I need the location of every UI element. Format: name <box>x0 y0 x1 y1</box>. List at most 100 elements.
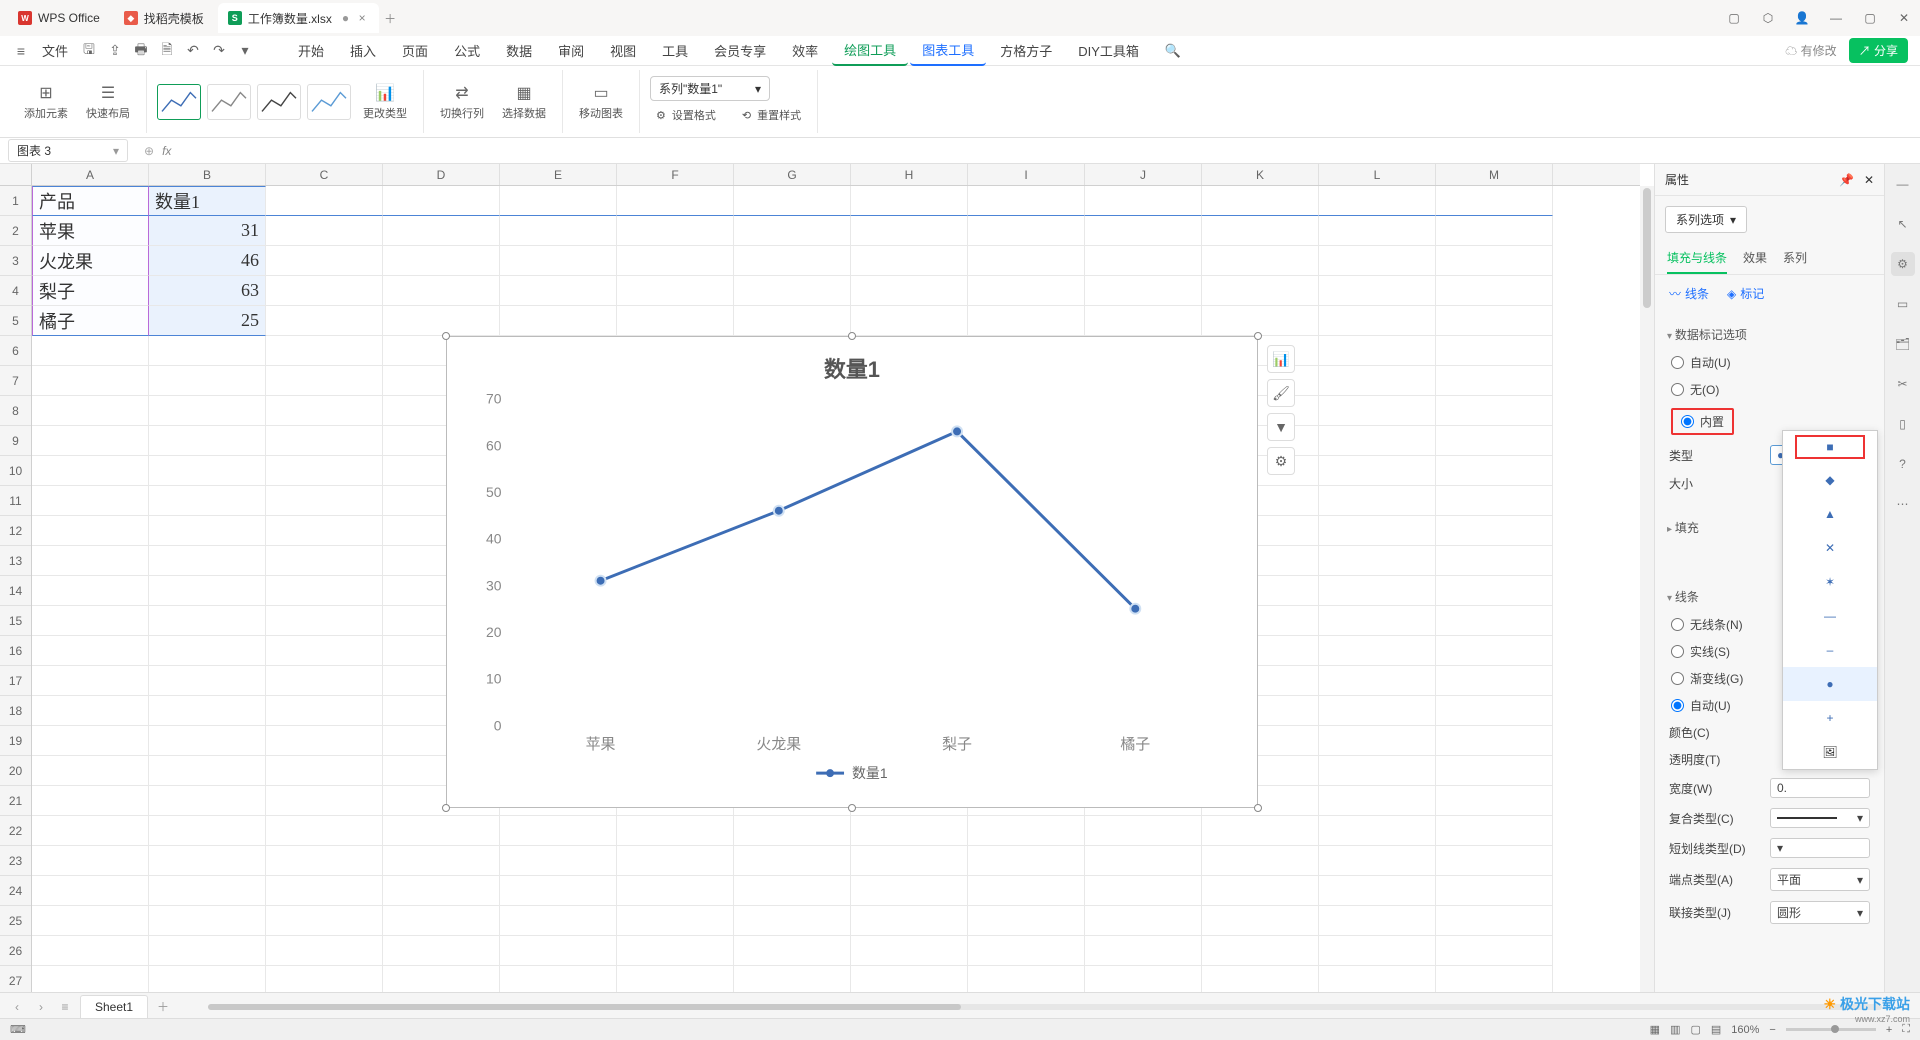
col-header[interactable]: K <box>1202 164 1319 185</box>
cell[interactable] <box>1319 876 1436 906</box>
cell[interactable] <box>851 246 968 276</box>
cell[interactable] <box>149 876 266 906</box>
marker-square[interactable]: ■ <box>1795 435 1865 459</box>
menu-member[interactable]: 会员专享 <box>702 36 778 65</box>
tab-workbook[interactable]: S工作簿数量.xlsx●× <box>218 3 379 33</box>
row-header[interactable]: 25 <box>0 906 31 936</box>
cell[interactable] <box>1085 936 1202 966</box>
cell[interactable] <box>266 906 383 936</box>
cell[interactable] <box>149 966 266 992</box>
cell[interactable] <box>617 306 734 336</box>
cell[interactable] <box>383 306 500 336</box>
close-panel-icon[interactable]: ✕ <box>1864 173 1874 187</box>
marker-minus[interactable]: – <box>1783 633 1877 667</box>
cell[interactable] <box>266 756 383 786</box>
resize-handle[interactable] <box>848 804 856 812</box>
cell[interactable] <box>266 516 383 546</box>
change-type-button[interactable]: 📊更改类型 <box>357 79 413 125</box>
cell[interactable] <box>1319 966 1436 992</box>
cell[interactable] <box>1319 696 1436 726</box>
cell[interactable] <box>266 186 383 216</box>
menu-draw-tools[interactable]: 绘图工具 <box>832 35 908 66</box>
cell[interactable] <box>617 846 734 876</box>
cell[interactable] <box>617 936 734 966</box>
cell[interactable] <box>617 246 734 276</box>
menu-tools[interactable]: 工具 <box>650 36 700 65</box>
cell[interactable] <box>1202 966 1319 992</box>
cell[interactable] <box>1436 336 1553 366</box>
cell[interactable] <box>266 456 383 486</box>
chart-style-button[interactable]: 🖌 <box>1267 379 1295 407</box>
cell[interactable] <box>149 756 266 786</box>
cell[interactable] <box>266 816 383 846</box>
chart-style-3[interactable] <box>257 84 301 120</box>
cell[interactable] <box>32 936 149 966</box>
sheet-nav-next[interactable]: › <box>32 1000 50 1014</box>
cell[interactable] <box>149 606 266 636</box>
chart-style-1[interactable] <box>157 84 201 120</box>
cell[interactable] <box>1319 576 1436 606</box>
cell[interactable] <box>266 366 383 396</box>
pin-icon[interactable]: 📌 <box>1839 173 1854 187</box>
cell[interactable] <box>32 546 149 576</box>
cell[interactable] <box>1085 216 1202 246</box>
cell[interactable] <box>617 276 734 306</box>
menu-start[interactable]: 开始 <box>286 36 336 65</box>
cell[interactable] <box>617 906 734 936</box>
dock-icon[interactable]: ▢ <box>1726 10 1742 26</box>
cell[interactable] <box>1319 276 1436 306</box>
cell[interactable]: 31 <box>149 216 266 246</box>
cell[interactable] <box>500 876 617 906</box>
chart-settings-button[interactable]: ⚙ <box>1267 447 1295 475</box>
cell[interactable] <box>1436 966 1553 992</box>
cell[interactable] <box>149 426 266 456</box>
cell[interactable] <box>968 966 1085 992</box>
cell[interactable] <box>1436 636 1553 666</box>
cell[interactable] <box>500 246 617 276</box>
sheet-nav-prev[interactable]: ‹ <box>8 1000 26 1014</box>
add-element-button[interactable]: ⊞添加元素 <box>18 79 74 125</box>
cell[interactable] <box>1319 456 1436 486</box>
row-header[interactable]: 13 <box>0 546 31 576</box>
menu-efficiency[interactable]: 效率 <box>780 36 830 65</box>
dash-dropdown[interactable]: ▾ <box>1770 838 1870 858</box>
cell[interactable] <box>1436 756 1553 786</box>
cell[interactable] <box>1436 516 1553 546</box>
share-button[interactable]: ↗ 分享 <box>1849 38 1908 63</box>
cell[interactable] <box>851 276 968 306</box>
cell[interactable] <box>1202 906 1319 936</box>
cell[interactable] <box>1319 936 1436 966</box>
col-header[interactable]: E <box>500 164 617 185</box>
cell[interactable] <box>383 846 500 876</box>
row-header[interactable]: 21 <box>0 786 31 816</box>
join-dropdown[interactable]: 圆形▾ <box>1770 901 1870 924</box>
cell[interactable] <box>734 936 851 966</box>
tree-icon[interactable]: 🗂 <box>1891 332 1915 356</box>
cell[interactable] <box>1319 216 1436 246</box>
cell[interactable] <box>1319 606 1436 636</box>
cell[interactable] <box>32 366 149 396</box>
col-header[interactable]: H <box>851 164 968 185</box>
cell[interactable] <box>968 186 1085 216</box>
col-header[interactable]: B <box>149 164 266 185</box>
cell[interactable] <box>149 786 266 816</box>
cell[interactable] <box>149 906 266 936</box>
cell[interactable] <box>32 456 149 486</box>
chart-style-4[interactable] <box>307 84 351 120</box>
cell[interactable] <box>851 936 968 966</box>
cell[interactable] <box>32 786 149 816</box>
menu-page[interactable]: 页面 <box>390 36 440 65</box>
cell[interactable] <box>149 366 266 396</box>
row-header[interactable]: 20 <box>0 756 31 786</box>
cell[interactable] <box>1085 306 1202 336</box>
cell[interactable] <box>149 816 266 846</box>
row-header[interactable]: 16 <box>0 636 31 666</box>
cell[interactable] <box>266 636 383 666</box>
select-all-corner[interactable] <box>0 164 32 186</box>
cell[interactable] <box>1085 846 1202 876</box>
cell[interactable] <box>1319 186 1436 216</box>
cell[interactable] <box>1436 606 1553 636</box>
cell[interactable] <box>383 276 500 306</box>
close-window-icon[interactable]: ✕ <box>1896 10 1912 26</box>
cap-dropdown[interactable]: 平面▾ <box>1770 868 1870 891</box>
